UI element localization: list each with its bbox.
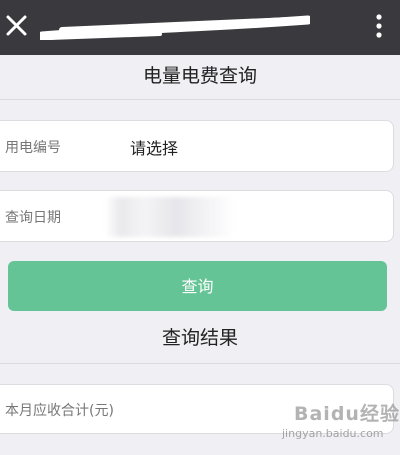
account-number-select[interactable]: 请选择 <box>130 135 178 159</box>
watermark-site: jingyan.baidu.com <box>282 427 384 440</box>
query-date-field[interactable]: 查询日期 <box>0 190 394 242</box>
account-number-label: 用电编号 <box>5 140 61 156</box>
monthly-total-label: 本月应收合计(元) <box>5 403 114 419</box>
watermark-brand: Baidu经验 <box>294 403 400 425</box>
more-menu-button[interactable] <box>368 13 390 41</box>
result-title: 查询结果 <box>161 327 238 349</box>
close-button[interactable] <box>4 12 30 40</box>
redacted-title <box>40 14 310 40</box>
query-date-label: 查询日期 <box>5 210 61 226</box>
divider <box>0 99 400 100</box>
query-date-value-blurred[interactable] <box>105 197 235 237</box>
title-bar <box>0 0 400 55</box>
baidu-jingyan-watermark: Baidu经验 jingyan.baidu.com <box>276 399 399 445</box>
account-number-field[interactable]: 用电编号 请选择 <box>0 120 394 172</box>
divider <box>0 363 400 364</box>
close-icon <box>4 12 30 40</box>
query-button[interactable]: 查询 <box>8 261 387 311</box>
page-title: 电量电费查询 <box>142 65 257 87</box>
more-vertical-icon <box>368 13 390 41</box>
